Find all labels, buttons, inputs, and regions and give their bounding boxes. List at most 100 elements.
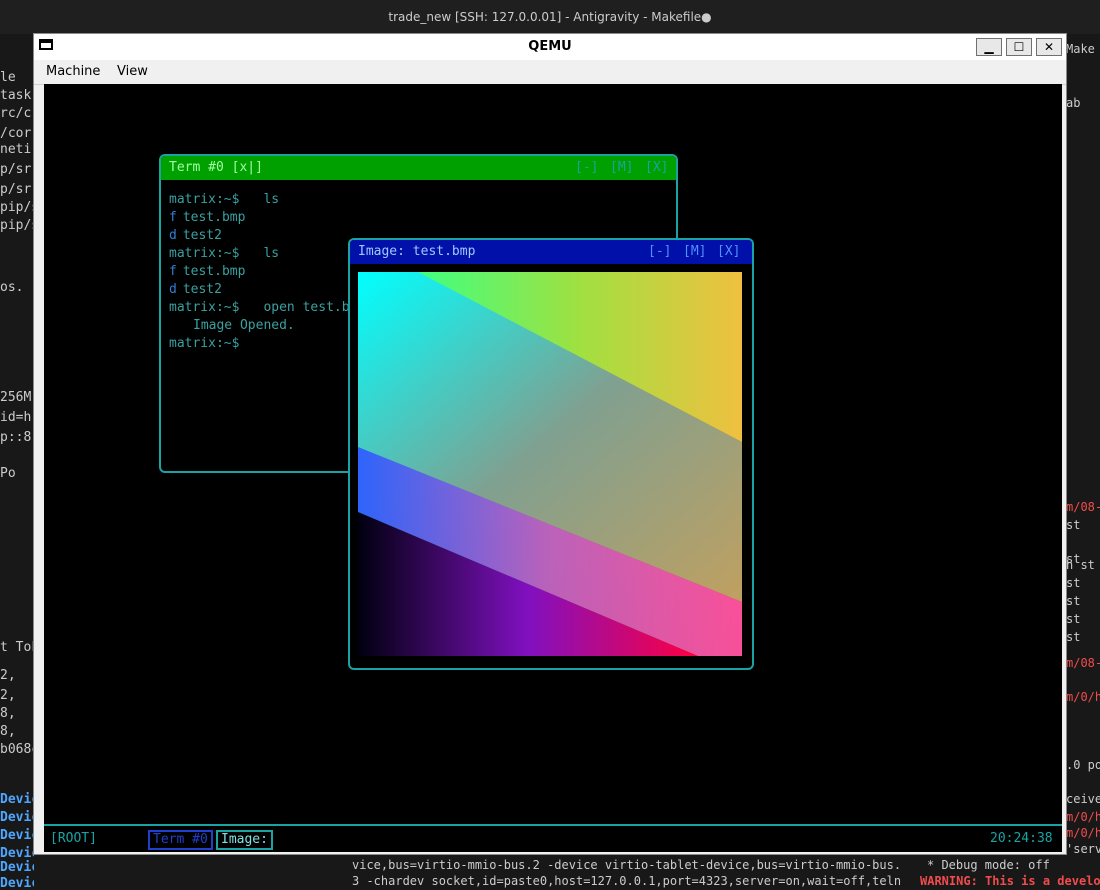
terminal-line: Image Opened.: [169, 318, 295, 333]
editor-output-fragment: m/0/h: [1066, 810, 1100, 824]
maximize-button[interactable]: ☐: [1006, 38, 1032, 56]
editor-code-fragment: /cor: [0, 126, 32, 141]
bitmap-gradient: [358, 272, 742, 656]
editor-code-fragment: b068c: [0, 742, 34, 757]
minimize-button[interactable]: ▁: [976, 38, 1002, 56]
term-close-button[interactable]: [X]: [645, 156, 668, 180]
editor-output-fragment: Make: [1066, 42, 1095, 56]
image-minimize-button[interactable]: [-]: [648, 240, 671, 264]
qemu-title: QEMU: [528, 39, 572, 54]
editor-output-fragment: st: [1066, 576, 1081, 590]
editor-code-fragment: Devic: [0, 846, 34, 861]
file-name: test.bmp: [182, 264, 246, 279]
file-type: d: [169, 282, 177, 297]
menu-view[interactable]: View: [117, 64, 148, 79]
editor-code-fragment: p/sr: [0, 162, 32, 177]
shell-command: ls: [263, 192, 280, 207]
editor-output-fragment: ab: [1066, 96, 1081, 110]
file-name: test.bmp: [182, 210, 246, 225]
editor-code-fragment: 8,: [0, 724, 16, 739]
editor-code-fragment: Devic: [0, 810, 34, 825]
shell-prompt: matrix:~$: [169, 246, 240, 261]
file-name: test2: [182, 282, 222, 297]
editor-code-fragment: 8,: [0, 706, 16, 721]
term-window-titlebar[interactable]: Term #0 [x|] [-] [M] [X]: [161, 156, 676, 180]
qemu-menubar: Machine View: [34, 60, 1066, 85]
editor-code-fragment: os.: [0, 280, 24, 295]
shell-prompt: matrix:~$: [169, 300, 240, 315]
shell-command: open test.b: [263, 300, 350, 315]
bitmap-image: [358, 272, 742, 656]
shell-message: Image Opened.: [193, 318, 295, 333]
terminal-line: 3 -chardev socket,id=paste0,host=127.0.0…: [352, 874, 902, 888]
menu-machine[interactable]: Machine: [46, 64, 100, 79]
editor-code-fragment: t Tok: [0, 640, 34, 655]
close-button[interactable]: ✕: [1036, 38, 1062, 56]
editor-code-fragment: p/sr: [0, 182, 32, 197]
editor-output-fragment: m/0/h: [1066, 690, 1100, 704]
editor-title: trade_new [SSH: 127.0.0.01] - Antigravit…: [388, 10, 712, 24]
editor-code-fragment: 2,: [0, 688, 16, 703]
editor-code-fragment: le: [0, 70, 16, 85]
file-name: test2: [182, 228, 222, 243]
shell-prompt: matrix:~$: [169, 192, 240, 207]
terminal-line: d test2: [169, 282, 222, 297]
editor-output-fragment: st: [1066, 518, 1081, 532]
image-window-titlebar[interactable]: Image: test.bmp [-] [M] [X]: [350, 240, 752, 264]
editor-code-fragment: rc/c: [0, 106, 32, 121]
editor-code-fragment: p::8: [0, 430, 32, 445]
terminal-line: d test2: [169, 228, 222, 243]
editor-code-fragment: 256M: [0, 390, 32, 405]
editor-code-fragment: Po: [0, 466, 16, 481]
editor-code-fragment: DeviceDriverttttt: [0, 876, 34, 890]
editor-code-fragment: neti: [0, 142, 32, 157]
qemu-titlebar[interactable]: QEMU ▁ ☐ ✕: [34, 34, 1066, 60]
guest-statusbar: [ROOT] Term #0 Image: 20:24:38: [44, 824, 1062, 852]
editor-code-fragment: task: [0, 88, 32, 103]
editor-output-fragment: m/08-: [1066, 656, 1100, 670]
editor-code-fragment: DeviceDriver_stable: [0, 860, 34, 875]
editor-titlebar: trade_new [SSH: 127.0.0.01] - Antigravit…: [0, 0, 1100, 34]
editor-code-fragment: pip/s: [0, 218, 34, 233]
image-window-title: Image: test.bmp: [358, 244, 476, 259]
terminal-line: matrix:~$: [169, 336, 239, 351]
terminal-line: matrix:~$ ls: [169, 192, 279, 207]
editor-output-fragment: .0 po: [1066, 758, 1100, 772]
image-close-button[interactable]: [X]: [717, 240, 740, 264]
editor-terminal-panel: vice,bus=virtio-mmio-bus.2 -device virti…: [34, 852, 1100, 890]
clock: 20:24:38: [990, 831, 1053, 846]
taskbar-term-button[interactable]: Term #0: [148, 830, 213, 850]
editor-right-pane: Make ab m/08- st st h st st st st st m/08- m/0/h .0 …: [1062, 34, 1100, 890]
terminal-line: f test.bmp: [169, 264, 245, 279]
editor-code-fragment: 2,: [0, 668, 16, 683]
editor-output-fragment: 'serv: [1066, 842, 1100, 856]
editor-output-fragment: h st: [1066, 558, 1095, 572]
editor-code-fragment: Devic: [0, 792, 34, 807]
root-label[interactable]: [ROOT]: [50, 826, 97, 852]
editor-output-fragment: st: [1066, 630, 1081, 644]
editor-output-fragment: ceive: [1066, 792, 1100, 806]
editor-code-fragment: id=h: [0, 410, 32, 425]
debug-line: * Debug mode: off: [927, 858, 1050, 872]
terminal-line: vice,bus=virtio-mmio-bus.2 -device virti…: [352, 858, 902, 872]
image-maximize-button[interactable]: [M]: [683, 240, 706, 264]
editor-code-fragment: pip/s: [0, 200, 34, 215]
image-window[interactable]: Image: test.bmp [-] [M] [X]: [348, 238, 754, 670]
file-type: f: [169, 264, 177, 279]
taskbar-image-button[interactable]: Image:: [216, 830, 273, 850]
term-maximize-button[interactable]: [M]: [610, 156, 633, 180]
editor-output-fragment: m/0/h: [1066, 826, 1100, 840]
terminal-line: matrix:~$ open test.b: [169, 300, 350, 315]
shell-prompt: matrix:~$: [169, 336, 240, 351]
editor-output-fragment: st: [1066, 612, 1081, 626]
editor-output-fragment: st: [1066, 594, 1081, 608]
terminal-line: f test.bmp: [169, 210, 245, 225]
file-type: d: [169, 228, 177, 243]
editor-left-pane: le task rc/c/corneti p/sr p/sr pip/s pip/s os.…: [0, 34, 34, 890]
term-window-title: Term #0 [x|]: [169, 160, 263, 175]
terminal-line: matrix:~$ ls: [169, 246, 279, 261]
editor-output-fragment: m/08-: [1066, 500, 1100, 514]
guest-display[interactable]: Term #0 [x|] [-] [M] [X] matrix:~$ ls f tes…: [44, 84, 1062, 852]
shell-command: ls: [263, 246, 280, 261]
term-minimize-button[interactable]: [-]: [575, 156, 598, 180]
